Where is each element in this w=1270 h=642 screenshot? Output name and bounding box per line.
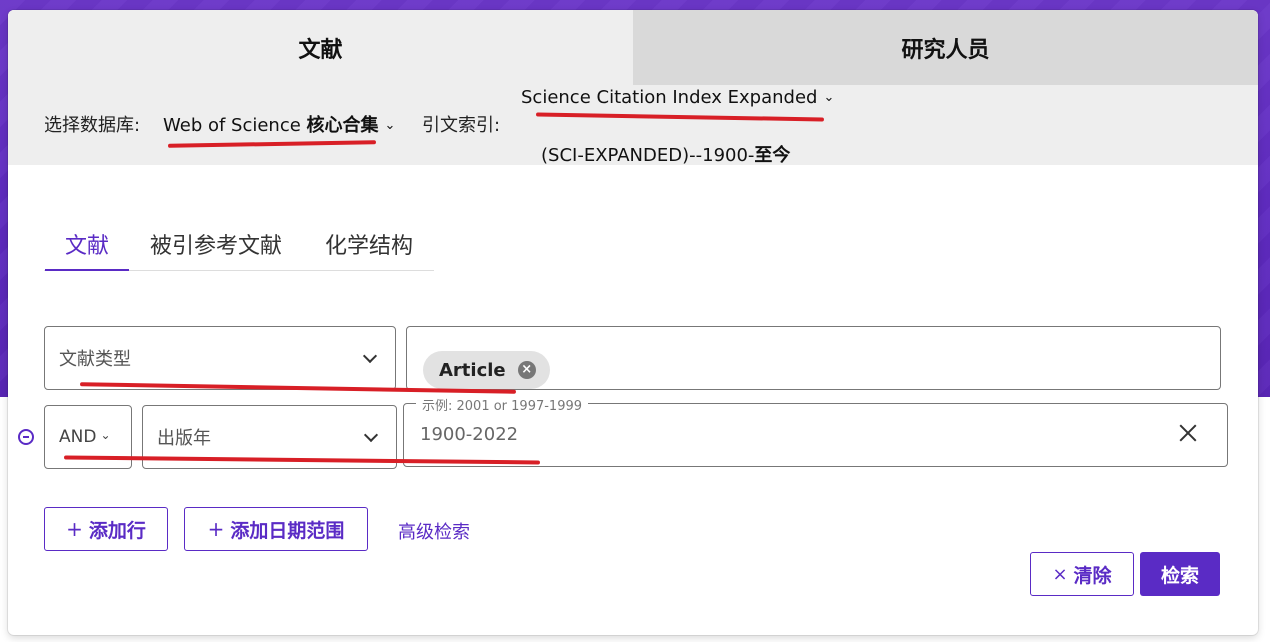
add-row-button[interactable]: + 添加行: [44, 507, 168, 551]
plus-icon: +: [66, 517, 83, 541]
annotation-underline-citation-index: [535, 112, 825, 122]
tab-researchers[interactable]: 研究人员: [633, 10, 1258, 85]
clear-label: 清除: [1073, 564, 1112, 587]
doc-type-chip-label: Article: [439, 359, 506, 381]
chevron-down-icon: ⌄: [384, 118, 396, 133]
close-icon: ×: [1052, 563, 1068, 585]
annotation-underline-database: [167, 140, 377, 148]
chevron-down-icon: ⌄: [823, 90, 835, 105]
subtab-chemical-structure[interactable]: 化学结构: [325, 218, 413, 270]
row2-value: 1900-2022: [420, 424, 519, 445]
row2-value-input[interactable]: 示例: 2001 or 1997-1999 1900-2022: [403, 395, 1228, 467]
doc-type-chip[interactable]: Article ×: [423, 351, 550, 389]
row1-value-input[interactable]: Article ×: [406, 326, 1221, 390]
boolean-operator-value: AND: [59, 427, 97, 447]
advanced-search-link[interactable]: 高级检索: [398, 518, 470, 544]
search-type-tabs: 文献 被引参考文献 化学结构: [44, 218, 434, 271]
search-card: 文献 研究人员 选择数据库: Web of Science 核心合集 ⌄ 引文索引…: [8, 10, 1258, 635]
add-date-range-label: 添加日期范围: [230, 519, 345, 542]
add-date-range-button[interactable]: + 添加日期范围: [184, 507, 368, 551]
row1-field-value: 文献类型: [59, 349, 131, 370]
close-icon[interactable]: ×: [517, 361, 536, 379]
database-value-regular: Web of Science: [163, 115, 307, 136]
row2-field-value: 出版年: [157, 428, 211, 449]
citation-index-range: (SCI-EXPANDED)--1900-: [541, 145, 755, 166]
plus-icon: +: [207, 517, 225, 541]
subtab-documents[interactable]: 文献: [44, 218, 130, 271]
subtab-documents-label: 文献: [65, 234, 110, 259]
chevron-down-icon: ⌄: [100, 428, 111, 442]
close-icon[interactable]: [1177, 422, 1199, 444]
citation-index-range-end: 至今: [754, 145, 791, 166]
database-selector-row: 选择数据库: Web of Science 核心合集 ⌄ 引文索引: Scienc…: [8, 85, 1258, 167]
tab-documents[interactable]: 文献: [8, 10, 633, 85]
search-label: 检索: [1160, 564, 1199, 587]
chevron-down-icon: [362, 348, 378, 364]
minus-circle-icon[interactable]: [18, 429, 34, 445]
tab-researchers-label: 研究人员: [901, 37, 990, 63]
database-dropdown[interactable]: Web of Science 核心合集 ⌄: [163, 111, 395, 137]
subtab-cited-references-label: 被引参考文献: [150, 234, 283, 259]
database-value-bold: 核心合集: [306, 115, 379, 136]
chevron-down-icon: [363, 427, 379, 443]
top-tabs: 文献 研究人员: [8, 10, 1258, 85]
add-row-label: 添加行: [88, 519, 146, 542]
citation-index-label: 引文索引:: [422, 115, 501, 136]
row2-hint: 示例: 2001 or 1997-1999: [416, 395, 589, 414]
citation-index-name: Science Citation Index Expanded: [521, 87, 818, 108]
subtab-cited-references[interactable]: 被引参考文献: [150, 218, 282, 270]
search-button[interactable]: 检索: [1140, 552, 1220, 596]
database-label: 选择数据库:: [44, 115, 141, 136]
subtab-chemical-structure-label: 化学结构: [325, 234, 414, 259]
row1-field-select[interactable]: 文献类型: [44, 326, 396, 390]
tab-documents-label: 文献: [298, 37, 343, 63]
citation-index-value-line1: Science Citation Index Expanded ⌄: [521, 87, 834, 108]
clear-button[interactable]: × 清除: [1030, 552, 1134, 596]
citation-index-value-line2: (SCI-EXPANDED)--1900-至今: [541, 141, 790, 167]
